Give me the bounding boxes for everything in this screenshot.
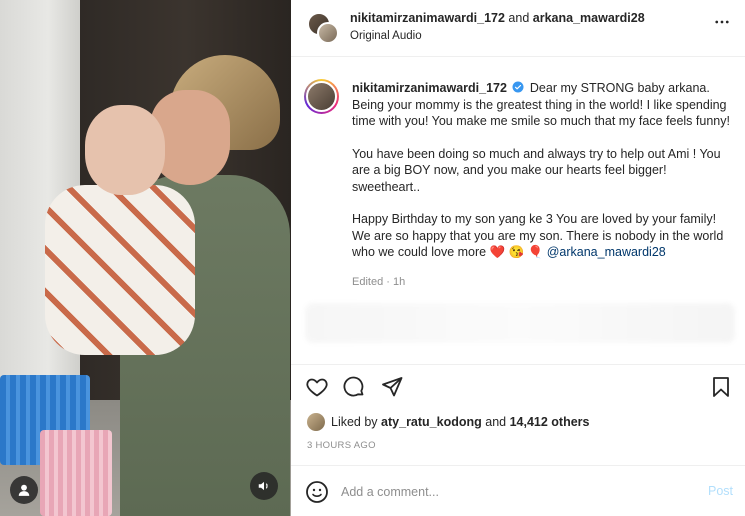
audio-link[interactable]: Original Audio (350, 30, 422, 42)
comment-input[interactable] (341, 482, 671, 502)
save-button[interactable] (709, 375, 733, 399)
comment-icon (343, 376, 364, 397)
media-pink-basket (40, 430, 112, 516)
blurred-comment (305, 303, 735, 343)
audio-toggle-button[interactable] (250, 472, 278, 500)
username-link[interactable]: arkana_mawardi28 (533, 11, 645, 25)
collab-usernames: nikitamirzanimawardi_172 and arkana_mawa… (350, 11, 645, 25)
post-side-panel: nikitamirzanimawardi_172 and arkana_mawa… (291, 0, 745, 516)
mention-link[interactable]: @arkana_mawardi28 (547, 245, 666, 259)
share-button[interactable] (380, 375, 404, 399)
caption-emojis: ❤️ 😘 🎈 (489, 245, 544, 259)
post-media[interactable] (0, 0, 291, 516)
action-bar (291, 364, 745, 406)
caption-avatar[interactable] (304, 79, 339, 114)
post-comment-button[interactable]: Post (708, 484, 733, 498)
likes-prefix: Liked by (331, 415, 378, 429)
speaker-icon (258, 481, 268, 491)
avatar (317, 22, 339, 44)
user-icon (18, 484, 30, 496)
like-button[interactable] (305, 375, 329, 399)
smiley-icon (306, 481, 328, 503)
more-horizontal-icon (715, 20, 729, 24)
username-link[interactable]: nikitamirzanimawardi_172 (350, 11, 505, 25)
likes-and: and (485, 415, 507, 429)
joiner-text: and (508, 11, 530, 25)
post-timestamp[interactable]: 3 HOURS AGO (307, 440, 376, 451)
liker-username[interactable]: aty_ratu_kodong (381, 415, 482, 429)
caption-paragraph-2: You have been doing so much and always t… (352, 146, 721, 194)
emoji-button[interactable] (305, 480, 329, 504)
bookmark-icon (713, 377, 729, 397)
likes-others-link[interactable]: 14,412 others (510, 415, 590, 429)
collab-avatars[interactable] (307, 12, 339, 44)
verified-badge-icon (512, 81, 524, 93)
more-options-button[interactable] (713, 13, 731, 36)
post-header: nikitamirzanimawardi_172 and arkana_mawa… (291, 0, 745, 57)
caption-text: nikitamirzanimawardi_172 Dear my STRONG … (352, 80, 732, 261)
edited-timestamp: Edited · 1h (352, 276, 406, 288)
caption-username[interactable]: nikitamirzanimawardi_172 (352, 81, 507, 95)
avatar[interactable] (307, 413, 325, 431)
media-baby-head (85, 105, 165, 195)
send-icon (382, 377, 403, 397)
media-baby-body (45, 185, 195, 355)
heart-icon (306, 378, 328, 397)
likes-summary: Liked by aty_ratu_kodong and 14,412 othe… (307, 412, 590, 432)
comment-button[interactable] (342, 375, 366, 399)
caption-section: nikitamirzanimawardi_172 Dear my STRONG … (291, 58, 745, 364)
comment-bar: Post (291, 465, 745, 516)
tagged-users-button[interactable] (10, 476, 38, 504)
caption-paragraph-3: Happy Birthday to my son yang ke 3 You a… (352, 211, 732, 261)
